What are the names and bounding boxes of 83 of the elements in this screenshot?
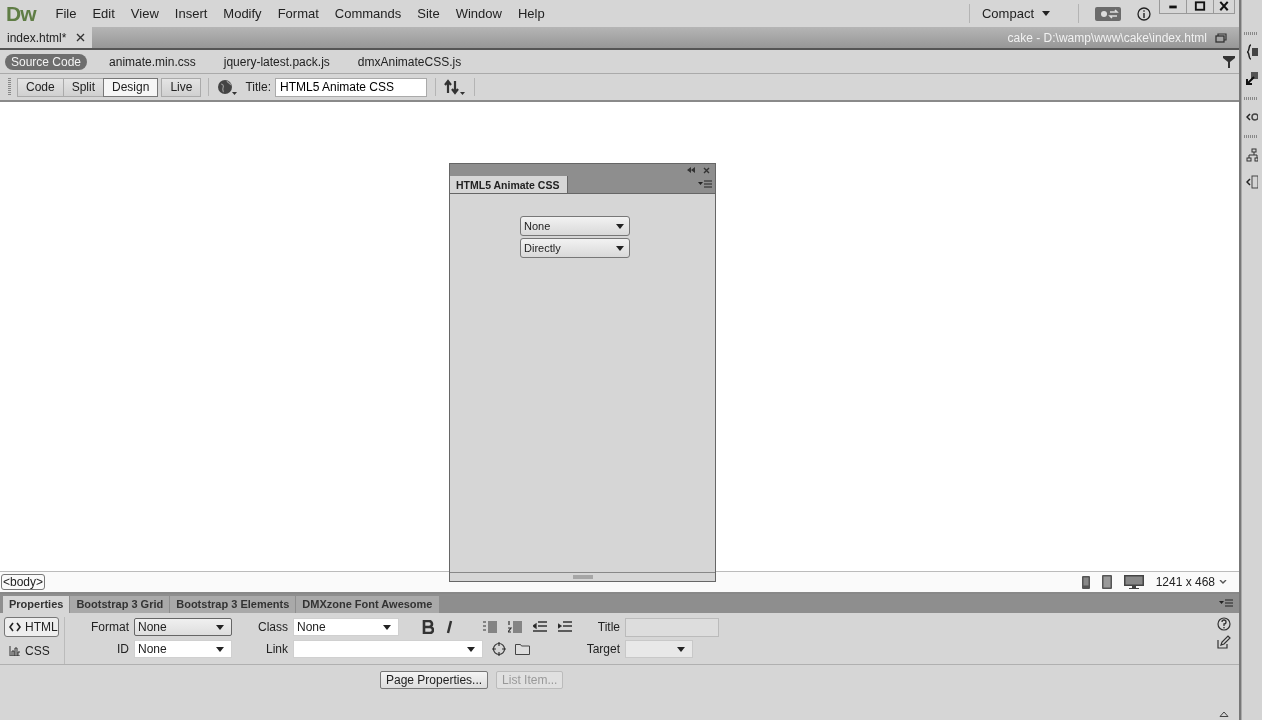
file-transfer-icon[interactable] [443, 79, 466, 95]
title-field[interactable]: HTML5 Animate CSS [274, 77, 427, 97]
close-icon[interactable] [76, 33, 86, 42]
filter-icon[interactable] [1223, 55, 1235, 68]
menu-item[interactable]: Modify [215, 6, 270, 21]
menu-item[interactable]: Commands [326, 6, 410, 21]
related-file-tab[interactable]: animate.min.css [103, 53, 202, 70]
desktop-icon[interactable] [1123, 575, 1144, 589]
braces-icon[interactable] [1246, 44, 1258, 60]
code-brackets-icon [9, 622, 21, 632]
expand-icon[interactable] [1219, 711, 1229, 717]
view-button[interactable]: Design [103, 77, 159, 97]
caret-icon [677, 646, 685, 652]
panel-tab[interactable]: DMXzone Font Awesome [296, 596, 439, 613]
menu-item[interactable]: Window [447, 6, 510, 21]
window-size-dropdown[interactable]: 1241 x 468 [1155, 575, 1239, 589]
panel-tab[interactable]: HTML5 Animate CSS [450, 176, 569, 193]
restore-window-icon[interactable] [1215, 32, 1227, 43]
globe-icon[interactable] [217, 79, 238, 95]
caret-icon [467, 646, 475, 652]
related-file-tab[interactable]: Source Code [5, 53, 88, 70]
field-label: Class [257, 620, 288, 634]
edit-icon[interactable] [1217, 635, 1231, 649]
caret-icon [616, 245, 624, 251]
panel-menu-icon[interactable] [698, 180, 712, 189]
dialog-button[interactable]: Page Properties... [380, 671, 489, 689]
help-icon[interactable] [1217, 617, 1231, 631]
field-label: Target [585, 642, 620, 656]
dropdown[interactable]: Directly [520, 238, 630, 258]
indent-icon[interactable] [558, 621, 572, 633]
field-label: ID [116, 642, 129, 656]
menu-item[interactable]: Insert [166, 6, 216, 21]
menu-item[interactable]: Help [509, 6, 553, 21]
view-button[interactable]: Code [17, 77, 64, 97]
workspace-switcher[interactable]: Compact [978, 6, 1070, 21]
target-icon[interactable] [492, 642, 506, 656]
hierarchy-icon[interactable] [1246, 147, 1258, 163]
bar-chart-icon [9, 646, 21, 656]
caret-icon [1042, 11, 1050, 16]
panel-menu-icon[interactable] [1219, 599, 1233, 608]
caret-icon [616, 223, 624, 229]
app-logo: Dw [5, 1, 38, 26]
sync-settings-icon[interactable] [1095, 6, 1121, 21]
caret-icon [383, 624, 391, 630]
related-file-tab[interactable]: jquery-latest.pack.js [217, 53, 336, 70]
dropdown[interactable]: None [293, 618, 399, 636]
folder-icon[interactable] [515, 643, 530, 655]
resize-grip-icon[interactable] [572, 575, 593, 579]
caret-icon [216, 646, 224, 652]
phone-icon[interactable] [1081, 575, 1090, 589]
dropdown[interactable]: None [134, 618, 232, 636]
tag-selector[interactable]: <body> [1, 574, 46, 590]
panel-tab[interactable]: Bootstrap 3 Grid [70, 596, 170, 613]
caret-icon [216, 624, 224, 630]
menu-item[interactable]: Edit [84, 6, 123, 21]
mode-button[interactable]: HTML [4, 617, 59, 637]
view-button[interactable]: Split [62, 77, 105, 97]
italic-icon[interactable] [445, 620, 455, 634]
panel-tab[interactable]: Properties [3, 596, 70, 613]
collapse-icon[interactable] [687, 167, 695, 173]
menu-item[interactable]: File [47, 6, 85, 21]
outdent-icon[interactable] [533, 621, 547, 633]
field-label: Title [596, 620, 620, 634]
field-label: Link [265, 642, 288, 656]
info-icon[interactable] [1137, 6, 1151, 21]
chevron-down-icon [1219, 579, 1227, 585]
tablet-icon[interactable] [1101, 575, 1112, 589]
title-label: Title: [244, 80, 272, 94]
menu-item[interactable]: Format [269, 6, 327, 21]
document-tab[interactable]: index.html* [0, 27, 93, 48]
bold-icon[interactable] [422, 620, 434, 634]
document-path: cake - D:\wamp\www\cake\index.html [1007, 30, 1208, 45]
dropdown[interactable]: None [134, 640, 232, 658]
menu-item[interactable]: Site [409, 6, 448, 21]
menu-item[interactable]: View [122, 6, 167, 21]
field-label: Format [90, 620, 129, 634]
view-button[interactable]: Live [161, 77, 202, 97]
snippet-icon[interactable] [1246, 174, 1258, 190]
related-file-tab[interactable]: dmxAnimateCSS.js [351, 53, 468, 70]
panel-tab[interactable]: Bootstrap 3 Elements [170, 596, 296, 613]
mode-button[interactable]: CSS [4, 641, 59, 661]
arrows-icon[interactable] [1246, 71, 1258, 87]
dropdown[interactable]: None [520, 216, 630, 236]
